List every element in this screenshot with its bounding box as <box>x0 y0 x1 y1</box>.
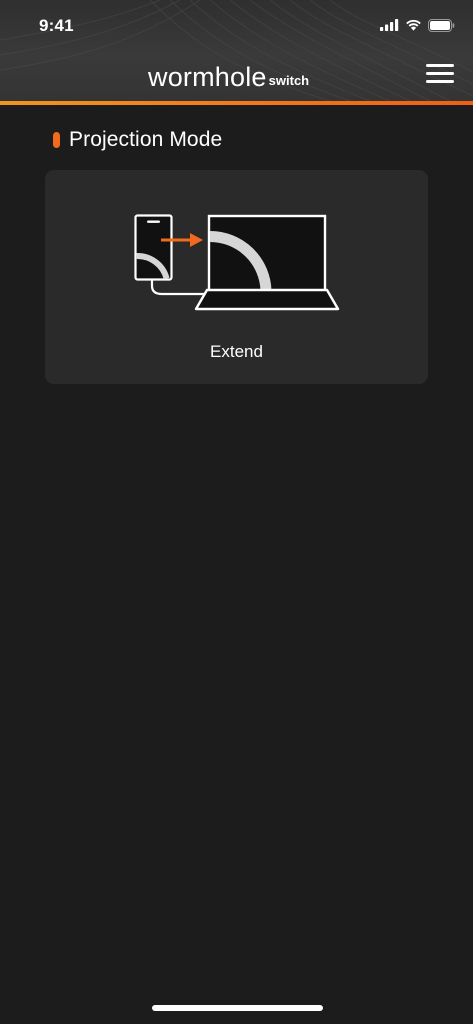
status-bar-icons <box>380 17 455 33</box>
app-header: 9:41 wormhole switch <box>0 0 473 101</box>
battery-icon <box>428 18 455 32</box>
phone-extend-to-laptop-icon <box>134 214 340 311</box>
logo-sub-text: switch <box>268 73 310 88</box>
header-accent-bar <box>0 101 473 105</box>
hamburger-menu-icon[interactable] <box>424 62 456 84</box>
app-screen: 9:41 wormhole switch Projection Mode Ext… <box>0 0 473 1024</box>
wormhole-switch-logo: wormhole switch <box>148 58 309 92</box>
section-title-text: Projection Mode <box>69 128 223 151</box>
section-title-marker <box>53 132 60 148</box>
section-title: Projection Mode <box>53 126 222 154</box>
cellular-signal-icon <box>380 19 399 31</box>
extend-mode-card[interactable]: Extend <box>45 170 428 384</box>
home-indicator[interactable] <box>152 1005 323 1011</box>
status-bar-time: 9:41 <box>39 16 74 35</box>
logo-main-text: wormhole <box>148 62 267 92</box>
extend-mode-label: Extend <box>210 342 263 361</box>
wifi-icon <box>406 19 421 31</box>
